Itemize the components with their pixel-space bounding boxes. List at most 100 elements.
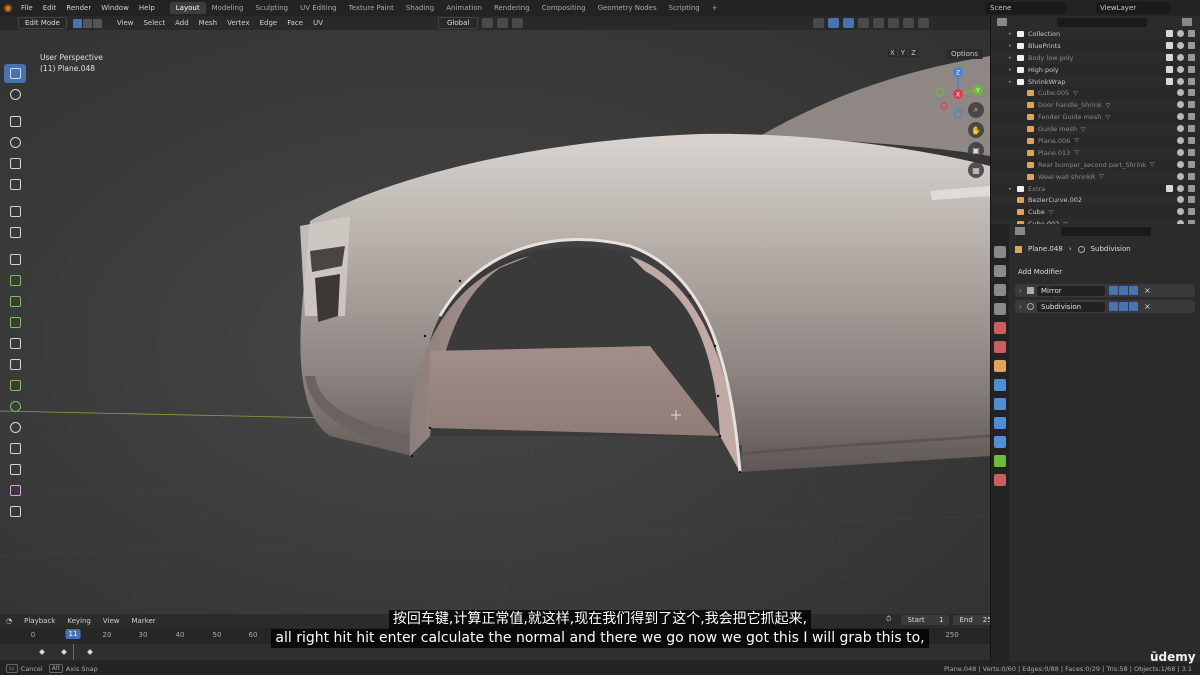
outliner-item[interactable]: Guide mesh ▽ xyxy=(991,123,1200,136)
physics-tab-icon[interactable] xyxy=(994,417,1006,429)
outliner-item[interactable]: ▸ Body low poly xyxy=(991,51,1200,64)
outliner-item[interactable]: ▸ High poly xyxy=(991,64,1200,76)
eye-icon[interactable] xyxy=(1177,65,1184,73)
mesh-data-icon[interactable]: ▽ xyxy=(1081,126,1086,133)
tool-tab-icon[interactable] xyxy=(994,246,1006,258)
timeline-menu-marker[interactable]: Marker xyxy=(125,617,161,625)
eye-icon[interactable] xyxy=(1177,89,1184,97)
rendered-shading-icon[interactable] xyxy=(918,18,930,28)
expand-arrow-icon[interactable]: ▸ xyxy=(1009,79,1015,85)
expand-chevron-icon[interactable]: › xyxy=(1019,287,1022,295)
checkbox-icon[interactable] xyxy=(1166,77,1173,85)
eye-icon[interactable] xyxy=(1177,101,1184,109)
filter-icon[interactable] xyxy=(1182,18,1192,26)
gizmo-toggle-icon[interactable] xyxy=(828,18,840,28)
camera-icon[interactable] xyxy=(1188,113,1195,121)
outliner-item[interactable]: Plane.013 ▽ xyxy=(991,146,1200,159)
checkbox-icon[interactable] xyxy=(1166,184,1173,192)
viewport-toggle-icon[interactable] xyxy=(1119,286,1128,295)
tab-geometry-nodes[interactable]: Geometry Nodes xyxy=(592,2,663,14)
eye-icon[interactable] xyxy=(1177,113,1184,121)
camera-icon[interactable] xyxy=(1188,30,1195,37)
eye-icon[interactable] xyxy=(1177,53,1184,61)
eye-icon[interactable] xyxy=(1177,196,1184,204)
move-tool[interactable] xyxy=(4,112,26,131)
3d-viewport[interactable]: Edit Mode View Select Add Mesh Vertex Edge Fac… xyxy=(0,16,990,614)
gizmo-neg-x-axis[interactable] xyxy=(940,102,948,110)
select-box-tool[interactable] xyxy=(4,64,26,83)
proportional-edit-icon[interactable] xyxy=(512,18,524,28)
mode-selector[interactable]: Edit Mode xyxy=(18,17,67,29)
menu-edit[interactable]: Edit xyxy=(38,4,62,12)
timeline-menu-view[interactable]: View xyxy=(97,617,126,625)
shrink-fatten-tool[interactable] xyxy=(4,460,26,479)
expand-chevron-icon[interactable]: › xyxy=(1019,303,1022,311)
checkbox-icon[interactable] xyxy=(1166,30,1173,37)
gizmo-neg-z-axis[interactable] xyxy=(953,109,963,119)
menu-render[interactable]: Render xyxy=(61,4,96,12)
camera-icon[interactable] xyxy=(1188,184,1195,192)
spin-tool[interactable] xyxy=(4,397,26,416)
eye-icon[interactable] xyxy=(1177,148,1184,156)
transform-tool[interactable] xyxy=(4,175,26,194)
mesh-data-icon[interactable]: ▽ xyxy=(1106,102,1111,109)
gizmo-neg-y-axis[interactable] xyxy=(935,87,945,97)
tab-compositing[interactable]: Compositing xyxy=(536,2,592,14)
outliner-item[interactable]: BezierCurve.002 xyxy=(991,194,1200,207)
tab-rendering[interactable]: Rendering xyxy=(488,2,536,14)
modifier-name-field[interactable]: Mirror xyxy=(1037,285,1105,296)
expand-arrow-icon[interactable]: ▸ xyxy=(1009,186,1015,192)
edge-slide-tool[interactable] xyxy=(4,439,26,458)
camera-icon[interactable] xyxy=(1188,160,1195,168)
edit-mode-toggle-icon[interactable] xyxy=(1109,302,1118,311)
axis-toggle-x[interactable]: X xyxy=(888,49,897,57)
rip-region-tool[interactable] xyxy=(4,502,26,521)
camera-icon[interactable] xyxy=(1188,125,1195,133)
viewport-menu-select[interactable]: Select xyxy=(138,19,170,27)
loop-cut-tool[interactable] xyxy=(4,334,26,353)
outliner-item[interactable]: ▸ Collection xyxy=(991,28,1200,40)
camera-icon[interactable] xyxy=(1188,208,1195,216)
remove-modifier-icon[interactable]: × xyxy=(1144,286,1151,295)
measure-tool[interactable] xyxy=(4,223,26,242)
mesh-data-icon[interactable]: ▽ xyxy=(1073,90,1078,97)
render-tab-icon[interactable] xyxy=(994,265,1006,277)
eye-icon[interactable] xyxy=(1177,172,1184,180)
add-cube-tool[interactable] xyxy=(4,250,26,269)
outliner-item[interactable]: Cube ▽ xyxy=(991,206,1200,218)
eye-icon[interactable] xyxy=(1177,160,1184,168)
scene-tab-icon[interactable] xyxy=(994,322,1006,334)
rotate-tool[interactable] xyxy=(4,133,26,152)
poly-build-tool[interactable] xyxy=(4,376,26,395)
outliner-item[interactable]: Cube.005 ▽ xyxy=(991,87,1200,99)
view-layer-tab-icon[interactable] xyxy=(994,303,1006,315)
camera-icon[interactable] xyxy=(1188,77,1195,85)
viewport-menu-edge[interactable]: Edge xyxy=(255,19,283,27)
eye-icon[interactable] xyxy=(1177,77,1184,85)
world-tab-icon[interactable] xyxy=(994,341,1006,353)
pivot-icon[interactable] xyxy=(482,18,494,28)
output-tab-icon[interactable] xyxy=(994,284,1006,296)
eye-icon[interactable] xyxy=(1177,41,1184,49)
mesh-data-icon[interactable]: ▽ xyxy=(1150,161,1155,168)
mesh-data-icon[interactable]: ▽ xyxy=(1074,137,1079,144)
expand-arrow-icon[interactable]: ▸ xyxy=(1009,31,1015,37)
outliner-item[interactable]: Door handle_Shrink ▽ xyxy=(991,99,1200,112)
cursor-tool[interactable] xyxy=(4,85,26,104)
checkbox-icon[interactable] xyxy=(1166,65,1173,73)
viewport-menu-mesh[interactable]: Mesh xyxy=(194,19,222,27)
timeline-ruler[interactable]: 0 11 20 30 40 50 60 250 xyxy=(0,628,990,644)
eye-icon[interactable] xyxy=(1177,184,1184,192)
mesh-data-icon[interactable]: ▽ xyxy=(1099,173,1104,180)
checkbox-icon[interactable] xyxy=(1166,53,1173,61)
expand-arrow-icon[interactable]: ▸ xyxy=(1009,67,1015,73)
camera-icon[interactable] xyxy=(1188,65,1195,73)
mesh-data-icon[interactable]: ▽ xyxy=(1105,114,1110,121)
extrude-tool[interactable] xyxy=(4,271,26,290)
outliner-item[interactable]: Fender Guide mesh ▽ xyxy=(991,111,1200,123)
viewport-menu-face[interactable]: Face xyxy=(282,19,308,27)
viewport-menu-uv[interactable]: UV xyxy=(308,19,328,27)
knife-tool[interactable] xyxy=(4,355,26,374)
timeline-menu-playback[interactable]: Playback xyxy=(18,617,61,625)
remove-modifier-icon[interactable]: × xyxy=(1144,302,1151,311)
